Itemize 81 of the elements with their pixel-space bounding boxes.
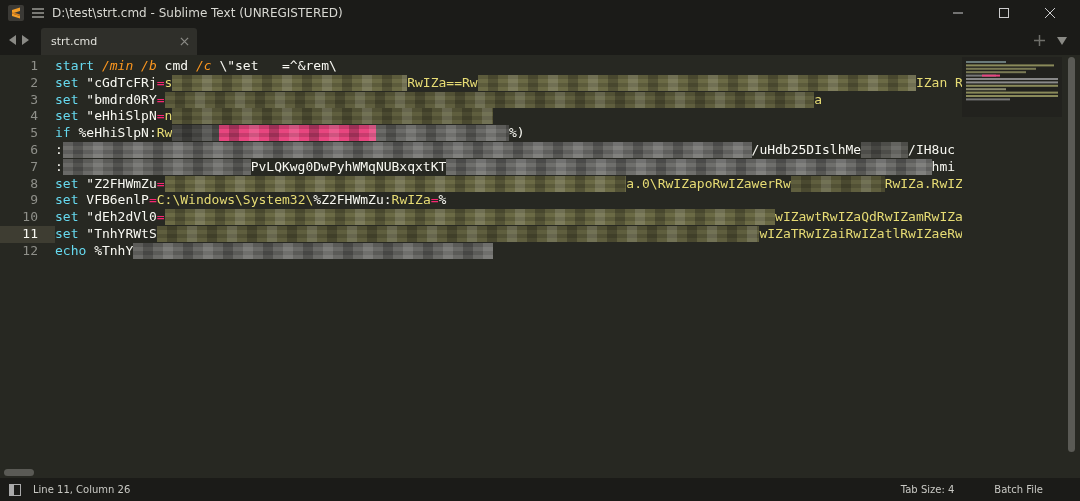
code-token: /min <box>100 58 134 75</box>
line-number: 2 <box>29 74 39 92</box>
code-token: /c <box>195 58 212 75</box>
code-token: "bmdrd0RY <box>85 91 157 109</box>
line-number: 7 <box>29 158 39 176</box>
code-token: %Z2FHWmZu: <box>313 192 392 210</box>
forward-icon[interactable] <box>21 35 29 45</box>
code-token: = <box>156 209 165 226</box>
code-token: /IH8uc <box>908 142 956 159</box>
code-token: set <box>55 108 79 126</box>
line-number: 4 <box>29 108 39 126</box>
code-token: wIZawtRwIZaQdRwIZamRwIZa <box>775 209 962 226</box>
minimap-drawing[interactable] <box>962 57 1062 117</box>
code-token: = <box>156 175 165 193</box>
line-number: 3 <box>29 91 39 109</box>
app-logo-icon <box>8 5 24 21</box>
code-token: echo <box>55 242 87 260</box>
syntax-indicator[interactable]: Batch File <box>994 484 1080 495</box>
code-token: wIZaTRwIZaiRwIZatlRwIZaeRw <box>759 225 962 243</box>
back-icon[interactable] <box>9 35 17 45</box>
code-token: %TnhY <box>93 242 134 260</box>
code-token: a.0\RwIZapoRwIZawerRw <box>626 175 791 193</box>
code-token: PvLQKwg0DwPyhWMqNUBxqxtKT <box>250 158 447 176</box>
code-token: Rw <box>156 125 173 142</box>
line-number: 11 <box>0 225 55 243</box>
code-token: "TnhYRWtS <box>85 225 157 243</box>
code-token: : <box>55 142 63 159</box>
code-token: set <box>55 209 79 226</box>
code-token: = <box>156 91 165 109</box>
code-token: = <box>148 192 157 210</box>
line-number: 5 <box>29 125 39 142</box>
line-number: 10 <box>21 209 39 226</box>
code-token: s <box>164 74 173 92</box>
file-tab[interactable]: strt.cmd <box>41 28 197 55</box>
code-token: RwIZa.RwIZ <box>884 175 962 193</box>
dropdown-icon[interactable] <box>1057 36 1067 45</box>
scrollbar-thumb[interactable] <box>1067 57 1075 452</box>
code-token: n <box>164 108 173 126</box>
code-token: = <box>430 192 439 210</box>
code-token: cmd <box>163 58 190 75</box>
scrollbar-thumb[interactable] <box>4 469 34 476</box>
code-token: hmi <box>931 158 956 176</box>
line-number: 9 <box>29 192 39 210</box>
code-token: set <box>55 91 79 109</box>
code-token: VFB6enlP <box>85 192 149 210</box>
code-token: : <box>55 158 63 176</box>
tab-size-indicator[interactable]: Tab Size: 4 <box>900 484 955 495</box>
line-number: 6 <box>29 142 39 159</box>
maximize-icon[interactable] <box>998 7 1010 19</box>
code-token: RwIZa <box>391 192 431 210</box>
line-number: 12 <box>21 242 39 260</box>
code-token: set <box>55 225 79 243</box>
code-token: \"set =^&rem\ <box>218 58 337 75</box>
plus-icon[interactable] <box>1034 35 1045 46</box>
code-token: "Z2FHWmZu <box>85 175 157 193</box>
line-number: 1 <box>29 58 39 75</box>
code-token: set <box>55 192 79 210</box>
sidebar-toggle-icon[interactable] <box>9 483 21 496</box>
code-token: "cGdTcFRj <box>85 74 157 92</box>
code-token: if <box>55 125 71 142</box>
code-token: C:\Windows\System32\ <box>156 192 314 210</box>
code-token: set <box>55 175 79 193</box>
code-token: "eHhiSlpN <box>85 108 157 126</box>
cursor-position: Line 11, Column 26 <box>33 484 131 495</box>
code-token: "dEh2dVl0 <box>85 209 157 226</box>
code-token: start <box>55 58 95 75</box>
code-token: = <box>156 108 165 126</box>
window-title: D:\test\strt.cmd - Sublime Text (UNREGISTERED) <box>52 6 343 20</box>
code-token: /b <box>140 58 157 75</box>
menu-icon[interactable] <box>32 8 44 18</box>
code-token: IZan R <box>915 74 962 92</box>
code-token: %eHhiSlpN: <box>77 125 157 142</box>
code-token: set <box>55 74 79 92</box>
code-token: RwIZa==Rw <box>407 74 478 92</box>
close-icon[interactable] <box>1044 7 1056 19</box>
line-number: 8 <box>29 175 39 193</box>
code-token: %) <box>508 125 525 142</box>
code-token: = <box>156 74 165 92</box>
code-token: a <box>814 91 823 109</box>
code-token: % <box>438 192 447 210</box>
code-token: /uHdb25DIslhMe <box>751 142 862 159</box>
